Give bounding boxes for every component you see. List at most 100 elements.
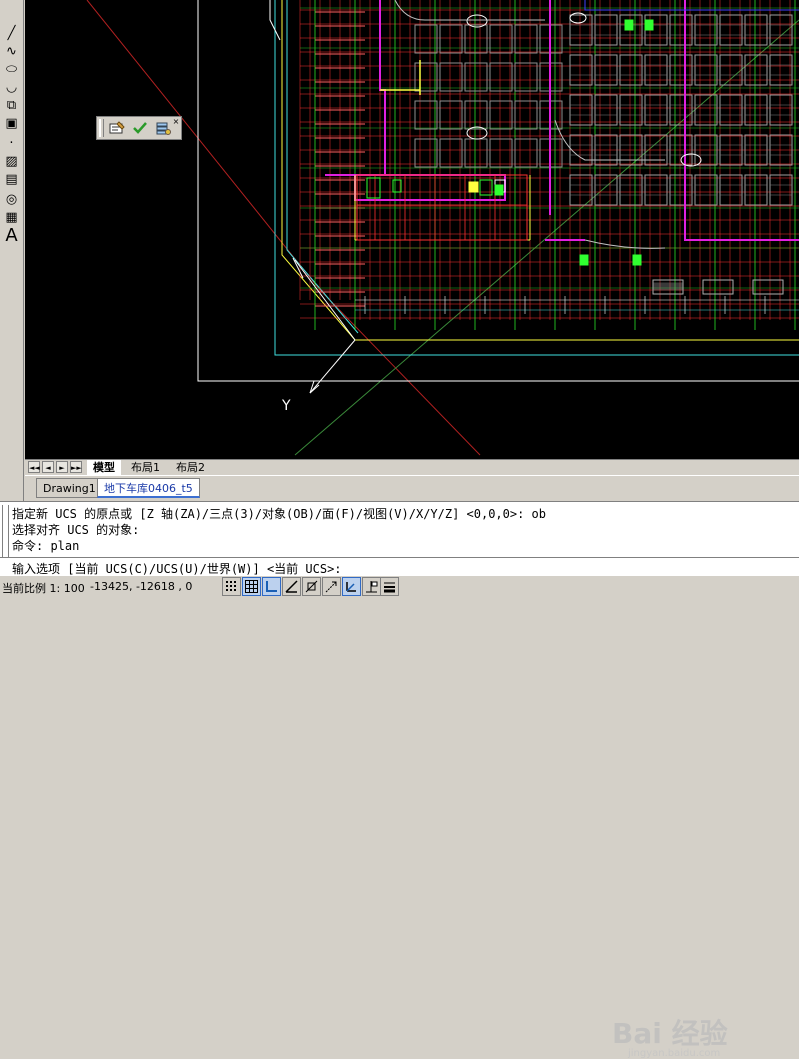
parking-bay[interactable] [464, 62, 488, 92]
parking-bay[interactable] [694, 14, 718, 46]
ucs-axis[interactable] [294, 259, 356, 341]
ellipse-arc-icon[interactable]: ◡ [2, 78, 21, 97]
checkmark-icon[interactable] [130, 119, 150, 137]
parking-bay[interactable] [439, 100, 463, 130]
parking-bay[interactable] [769, 54, 793, 86]
command-window-grip[interactable] [2, 505, 9, 557]
polar-icon[interactable] [282, 577, 301, 596]
hatch-block[interactable] [702, 279, 734, 295]
construction-line[interactable] [86, 0, 321, 291]
parking-bay[interactable] [439, 62, 463, 92]
prev-layout-button[interactable]: ◄ [42, 461, 54, 473]
stair[interactable] [366, 177, 381, 199]
parking-bay[interactable] [694, 174, 718, 206]
edit-attribute-icon[interactable] [107, 119, 127, 137]
parking-bay[interactable] [569, 14, 593, 46]
parking-bay[interactable] [744, 14, 768, 46]
parking-bay[interactable] [644, 174, 668, 206]
parking-bay[interactable] [414, 100, 438, 130]
parking-bay[interactable] [719, 94, 743, 126]
floating-toolbar[interactable]: × [96, 116, 182, 140]
tab-layout1[interactable]: 布局1 [125, 460, 166, 475]
parking-bay[interactable] [619, 94, 643, 126]
parking-bay[interactable] [744, 94, 768, 126]
parking-bay[interactable] [669, 94, 693, 126]
parking-bay[interactable] [669, 14, 693, 46]
line-icon[interactable]: ╱ [2, 24, 21, 43]
snap-icon[interactable] [222, 577, 241, 596]
dyn-icon[interactable] [362, 577, 381, 596]
parking-bay[interactable] [619, 54, 643, 86]
parking-bay[interactable] [594, 54, 618, 86]
first-layout-button[interactable]: ◄◄ [28, 461, 40, 473]
ortho-icon[interactable] [262, 577, 281, 596]
parking-bay[interactable] [489, 24, 513, 54]
parking-bay[interactable] [464, 138, 488, 168]
parking-bay[interactable] [569, 54, 593, 86]
equipment[interactable] [579, 254, 589, 266]
parking-bay[interactable] [514, 138, 538, 168]
parking-bay[interactable] [644, 94, 668, 126]
tab-layout2[interactable]: 布局2 [170, 460, 211, 475]
parking-bay[interactable] [619, 174, 643, 206]
tab-model[interactable]: 模型 [87, 460, 121, 475]
parking-bay[interactable] [569, 174, 593, 206]
region-icon[interactable]: ◎ [2, 190, 21, 209]
parking-bay[interactable] [719, 54, 743, 86]
parking-bay[interactable] [489, 138, 513, 168]
parking-bay[interactable] [594, 94, 618, 126]
parking-bay[interactable] [669, 54, 693, 86]
parking-bay[interactable] [769, 94, 793, 126]
ellipse-icon[interactable]: ⬭ [2, 60, 21, 79]
otrack-icon[interactable] [322, 577, 341, 596]
toolbar-close-button[interactable]: × [172, 118, 180, 126]
parking-bay[interactable] [489, 62, 513, 92]
parking-bay[interactable] [414, 138, 438, 168]
equipment[interactable] [632, 254, 642, 266]
parking-bay[interactable] [514, 62, 538, 92]
parking-bay[interactable] [769, 14, 793, 46]
parking-bay[interactable] [489, 100, 513, 130]
coordinate-readout[interactable]: -13425, -12618 , 0 [90, 580, 192, 593]
parking-bay[interactable] [439, 138, 463, 168]
parking-bay[interactable] [439, 24, 463, 54]
insert-block-icon[interactable]: ⧉ [2, 96, 21, 115]
hatch-icon[interactable]: ▨ [2, 152, 21, 171]
parking-bay[interactable] [464, 100, 488, 130]
doc-tab-active[interactable]: 地下车库0406_t5 [97, 478, 200, 498]
hatch-block[interactable] [752, 279, 784, 295]
lineweight-icon[interactable] [380, 577, 399, 596]
last-layout-button[interactable]: ►► [70, 461, 82, 473]
grid-icon[interactable] [242, 577, 261, 596]
parking-bay[interactable] [414, 62, 438, 92]
wall[interactable] [584, 0, 799, 11]
parking-bay[interactable] [719, 14, 743, 46]
parking-bay[interactable] [719, 174, 743, 206]
ucs-axis[interactable] [309, 339, 356, 394]
parking-bay[interactable] [694, 54, 718, 86]
equipment[interactable] [468, 181, 479, 193]
toolbar-grip[interactable] [99, 119, 104, 137]
model-space-viewport[interactable]: Y [25, 0, 799, 459]
next-layout-button[interactable]: ► [56, 461, 68, 473]
drive-aisle[interactable] [584, 239, 666, 249]
ducs-icon[interactable] [342, 577, 361, 596]
equipment[interactable] [624, 19, 634, 31]
layer-properties-icon[interactable] [153, 119, 173, 137]
parking-bay[interactable] [769, 174, 793, 206]
gradient-icon[interactable]: ▤ [2, 170, 21, 189]
doc-tab-drawing1[interactable]: Drawing1 [36, 478, 103, 498]
parking-bay[interactable] [514, 24, 538, 54]
annotation-scale[interactable]: 当前比例 1: 100 [2, 580, 85, 596]
parking-bay[interactable] [514, 100, 538, 130]
command-input[interactable]: 输入选项 [当前 UCS(C)/UCS(U)/世界(W)] <当前 UCS>: [0, 557, 799, 576]
mtext-icon[interactable]: A [2, 225, 21, 246]
equipment[interactable] [494, 184, 504, 196]
parking-bay[interactable] [744, 174, 768, 206]
parking-bay[interactable] [414, 24, 438, 54]
parking-bay[interactable] [644, 54, 668, 86]
spline-icon[interactable]: ∿ [2, 42, 21, 61]
point-icon[interactable]: · [2, 134, 21, 153]
parking-bay[interactable] [594, 14, 618, 46]
parking-bay[interactable] [569, 94, 593, 126]
